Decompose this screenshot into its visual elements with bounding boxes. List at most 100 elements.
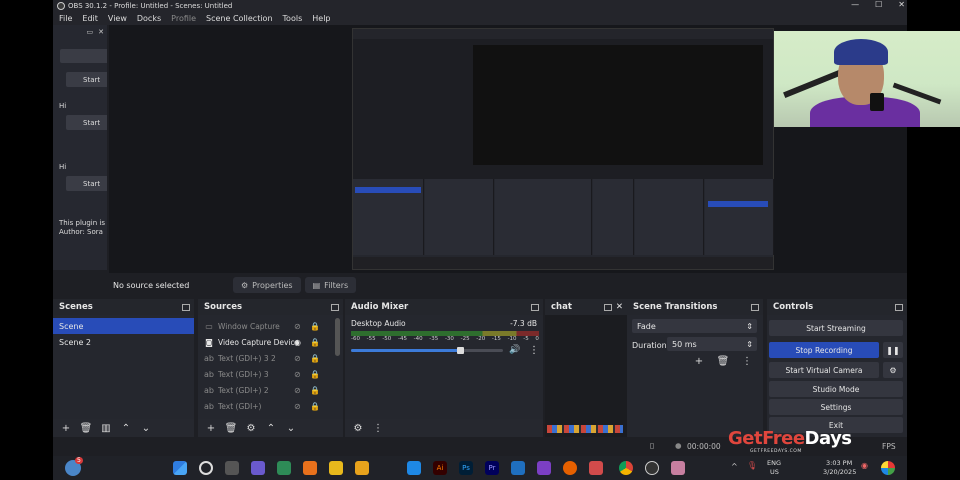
app-icon[interactable] [589, 461, 603, 475]
firefox-icon[interactable] [563, 461, 577, 475]
start-streaming-button[interactable]: Start Streaming [769, 320, 903, 336]
task-view-icon[interactable] [225, 461, 239, 475]
lock-icon[interactable]: 🔒 [310, 402, 320, 411]
popout-icon[interactable] [603, 303, 612, 311]
eye-hidden-icon[interactable]: ⊘ [294, 354, 301, 363]
source-item[interactable]: ◙ Video Capture Device ◉ 🔒 [198, 334, 343, 350]
popout-icon[interactable] [895, 303, 903, 311]
source-item[interactable]: ▭ Window Capture ⊘ 🔒 [198, 318, 343, 334]
trash-icon[interactable]: 🗑 [223, 421, 239, 435]
vlc-icon[interactable] [303, 461, 317, 475]
menu-file[interactable]: File [59, 14, 72, 23]
add-icon[interactable]: + [58, 421, 74, 435]
premiere-icon[interactable]: Pr [485, 461, 499, 475]
scene-item[interactable]: Scene 2 [53, 334, 194, 350]
dock-float-icon[interactable]: ▭ [87, 28, 94, 36]
dock-close-icon[interactable]: ✕ [98, 28, 104, 36]
volume-slider[interactable] [351, 347, 503, 354]
trash-icon[interactable]: 🗑 [78, 421, 94, 435]
lock-icon[interactable]: 🔒 [310, 322, 320, 331]
eye-hidden-icon[interactable]: ⊘ [294, 386, 301, 395]
popout-icon[interactable] [182, 303, 190, 311]
folder-icon[interactable] [329, 461, 343, 475]
close-icon[interactable]: ✕ [616, 302, 623, 312]
plugin-start-button-2[interactable]: Start [66, 115, 107, 130]
plugin-input[interactable] [60, 49, 107, 63]
scrollbar[interactable] [335, 318, 340, 356]
source-item[interactable]: ab Text (GDI+) ⊘ 🔒 [198, 398, 343, 414]
edge-icon[interactable] [407, 461, 421, 475]
popout-icon[interactable] [531, 303, 539, 311]
chevron-up-icon[interactable]: ⌃ [263, 421, 279, 435]
chat-app-icon[interactable] [251, 461, 265, 475]
clock-date[interactable]: 3/20/2025 [823, 468, 856, 476]
language-line-1[interactable]: ENG [767, 459, 781, 467]
visual-studio-icon[interactable] [537, 461, 551, 475]
menu-help[interactable]: Help [312, 14, 330, 23]
language-line-2[interactable]: US [770, 468, 779, 476]
lock-icon[interactable]: 🔒 [310, 338, 320, 347]
popout-icon[interactable] [331, 303, 339, 311]
menu-edit[interactable]: Edit [82, 14, 98, 23]
eye-hidden-icon[interactable]: ⊘ [294, 370, 301, 379]
lock-icon[interactable]: 🔒 [310, 354, 320, 363]
volume-handle[interactable] [457, 347, 465, 354]
source-item[interactable]: ab Text (GDI+) 3 2 ⊘ 🔒 [198, 350, 343, 366]
more-options-icon[interactable]: ⋮ [370, 421, 386, 435]
menu-profile[interactable]: Profile [171, 14, 196, 23]
word-icon[interactable] [511, 461, 525, 475]
filters-button[interactable]: ▤ Filters [304, 277, 357, 293]
duration-input[interactable]: 50 ms ⇕ [667, 337, 757, 351]
gear-icon[interactable]: ⚙ [243, 421, 259, 435]
chevron-up-icon[interactable]: ⌃ [118, 421, 134, 435]
plugin-start-button-1[interactable]: Start [66, 72, 107, 87]
menu-tools[interactable]: Tools [283, 14, 303, 23]
stop-recording-button[interactable]: Stop Recording [769, 342, 879, 358]
photoshop-icon[interactable]: Ps [459, 461, 473, 475]
windows-start-icon[interactable] [173, 461, 187, 475]
properties-button[interactable]: ⚙ Properties [233, 277, 301, 293]
plugin-start-button-3[interactable]: Start [66, 176, 107, 191]
app-icon[interactable] [671, 461, 685, 475]
clock-time[interactable]: 3:03 PM [826, 459, 852, 467]
chevron-down-icon[interactable]: ⌄ [283, 421, 299, 435]
scene-item[interactable]: Scene [53, 318, 194, 334]
add-icon[interactable]: + [691, 354, 707, 368]
chrome-icon[interactable] [619, 461, 633, 475]
virtual-camera-button[interactable]: Start Virtual Camera [769, 362, 879, 378]
search-icon[interactable] [199, 461, 213, 475]
eye-hidden-icon[interactable]: ⊘ [294, 322, 301, 331]
lock-icon[interactable]: 🔒 [310, 386, 320, 395]
gear-icon[interactable]: ⚙ [883, 362, 903, 378]
pause-icon[interactable]: ❚❚ [883, 342, 903, 358]
source-item[interactable]: ab Text (GDI+) 2 ⊘ 🔒 [198, 382, 343, 398]
copilot-icon[interactable] [881, 461, 895, 475]
program-preview[interactable] [109, 25, 960, 273]
trash-icon[interactable]: 🗑 [715, 354, 731, 368]
popout-icon[interactable] [751, 303, 759, 311]
eye-hidden-icon[interactable]: ⊘ [294, 402, 301, 411]
chevron-up-icon[interactable]: ^ [731, 462, 738, 471]
close-button[interactable]: ✕ [898, 0, 905, 9]
lock-icon[interactable]: 🔒 [310, 370, 320, 379]
menu-scene-collection[interactable]: Scene Collection [206, 14, 273, 23]
spreadsheet-icon[interactable] [277, 461, 291, 475]
eye-icon[interactable]: ◉ [294, 338, 301, 347]
more-options-icon[interactable]: ⋮ [739, 354, 755, 368]
maximize-button[interactable]: ☐ [875, 0, 882, 9]
more-options-icon[interactable]: ⋮ [529, 345, 539, 356]
transition-select[interactable]: Fade ⇕ [632, 319, 757, 333]
gear-icon[interactable]: ⚙ [350, 421, 366, 435]
menu-view[interactable]: View [108, 14, 127, 23]
notification-icon[interactable]: ◉ [861, 461, 868, 470]
microphone-icon[interactable]: 🎙 [747, 461, 757, 470]
settings-button[interactable]: Settings [769, 399, 903, 415]
minimize-button[interactable]: — [851, 0, 859, 9]
menu-docks[interactable]: Docks [137, 14, 161, 23]
speaker-icon[interactable]: 🔊 [509, 345, 520, 355]
source-item[interactable]: ab Text (GDI+) 3 ⊘ 🔒 [198, 366, 343, 382]
filter-icon[interactable]: ▥ [98, 421, 114, 435]
illustrator-icon[interactable]: Ai [433, 461, 447, 475]
add-icon[interactable]: + [203, 421, 219, 435]
obs-taskbar-icon[interactable] [645, 461, 659, 475]
